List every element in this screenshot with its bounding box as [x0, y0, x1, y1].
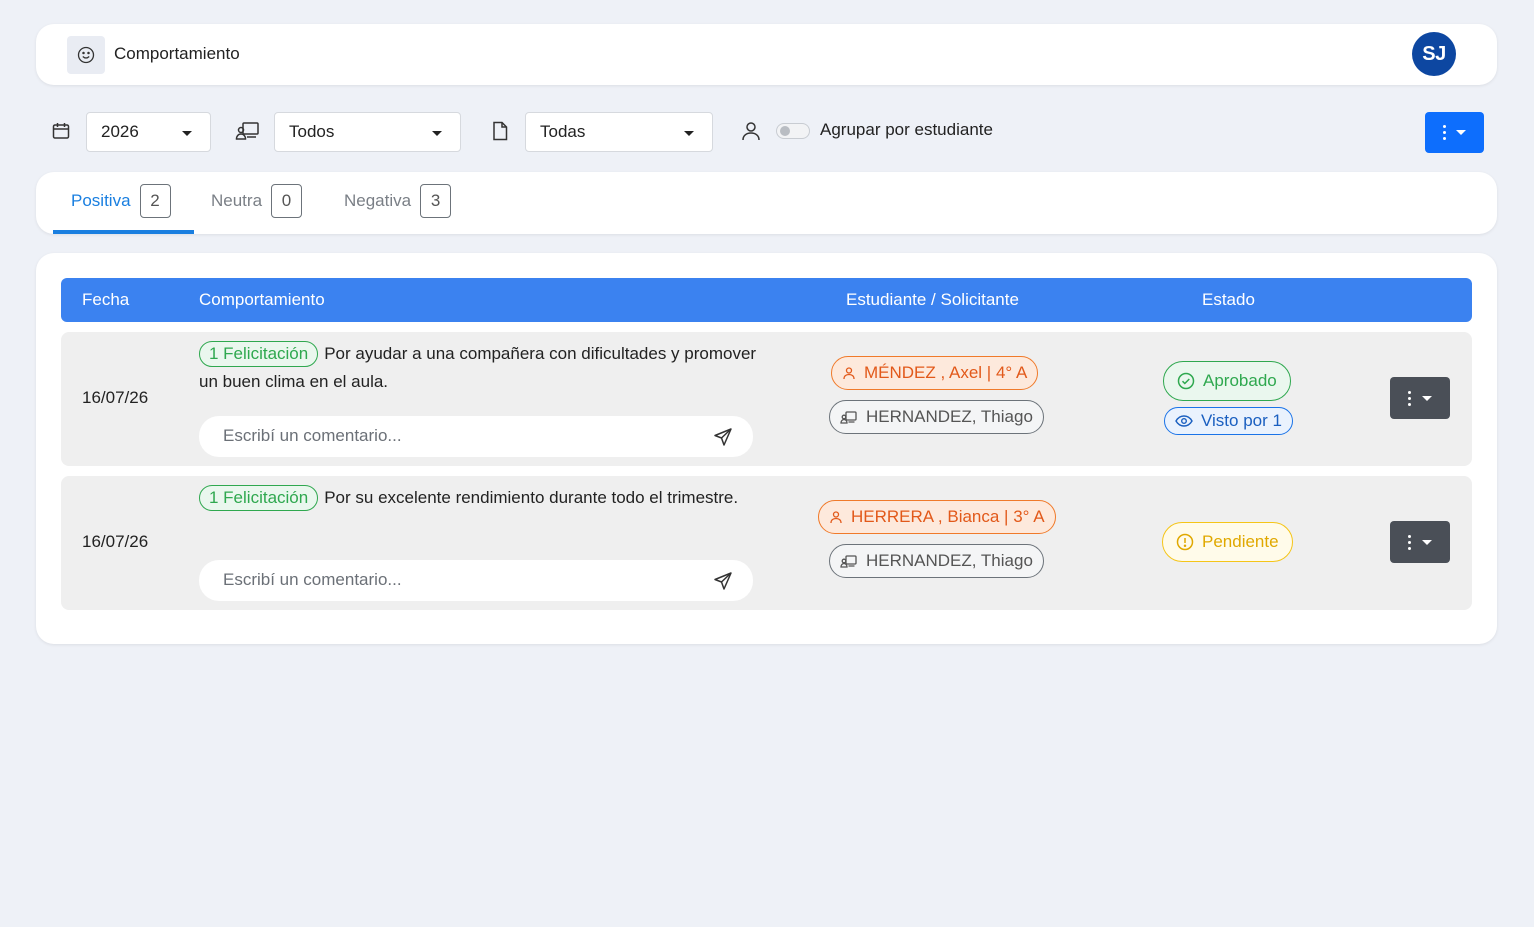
seen-by-text: Visto por 1: [1201, 411, 1282, 430]
send-icon[interactable]: [713, 427, 733, 452]
teacher-board-icon: [235, 120, 261, 142]
more-vertical-icon: [1408, 534, 1411, 550]
group-by-student-toggle[interactable]: [776, 123, 810, 139]
year-select[interactable]: 2026: [86, 112, 211, 152]
table-row: 16/07/26 1 Felicitación Por su excelente …: [61, 476, 1472, 610]
course-select-value: Todos: [289, 122, 335, 141]
requester-badge[interactable]: HERNANDEZ, Thiago: [829, 544, 1044, 578]
row-date: 16/07/26: [82, 532, 149, 551]
requester-name: HERNANDEZ, Thiago: [866, 551, 1033, 570]
more-vertical-icon: [1443, 125, 1446, 140]
comment-input[interactable]: [221, 425, 695, 447]
check-circle-icon: [1177, 372, 1195, 390]
tab-count-badge: 0: [271, 184, 303, 218]
tab-positiva[interactable]: Positiva 2: [53, 184, 194, 234]
chevron-down-icon: [1422, 539, 1432, 545]
row-description: 1 Felicitación Por su excelente rendimien…: [199, 484, 759, 512]
comment-box: [199, 560, 753, 601]
row-description: 1 Felicitación Por ayudar a una compañera…: [199, 340, 759, 396]
avatar[interactable]: SJ: [1412, 32, 1456, 76]
column-header-behavior: Comportamiento: [199, 290, 325, 309]
file-icon: [491, 121, 509, 141]
row-actions-button[interactable]: [1390, 377, 1450, 419]
row-date: 16/07/26: [82, 388, 149, 407]
felicitacion-tag: 1 Felicitación: [199, 485, 319, 511]
type-select-value: Todas: [540, 122, 586, 141]
chevron-down-icon: [182, 131, 192, 136]
course-select[interactable]: Todos: [274, 112, 461, 152]
alert-circle-icon: [1176, 533, 1194, 551]
tab-label: Neutra: [211, 191, 263, 210]
toggle-knob: [780, 126, 790, 136]
page-title: Comportamiento: [114, 44, 240, 63]
more-vertical-icon: [1408, 390, 1411, 406]
group-by-student-label: Agrupar por estudiante: [820, 120, 993, 139]
tabs-bar: Positiva 2 Neutra 0 Negativa 3: [36, 172, 1497, 234]
teacher-board-icon: [840, 554, 857, 568]
user-icon: [830, 511, 842, 524]
column-header-date: Fecha: [82, 290, 130, 309]
comment-box: [199, 416, 753, 457]
chevron-down-icon: [1456, 130, 1466, 135]
student-name: MÉNDEZ , Axel | 4° A: [864, 363, 1028, 382]
student-name: HERRERA , Bianca | 3° A: [851, 507, 1045, 526]
chevron-down-icon: [684, 131, 694, 136]
user-icon: [843, 367, 855, 380]
column-header-status: Estado: [1202, 290, 1255, 309]
tab-label: Positiva: [71, 191, 131, 210]
type-select[interactable]: Todas: [525, 112, 713, 152]
tab-count-badge: 2: [139, 184, 171, 218]
comment-input[interactable]: [221, 569, 695, 591]
requester-name: HERNANDEZ, Thiago: [866, 407, 1033, 426]
behavior-text: Por su excelente rendimiento durante tod…: [324, 488, 739, 507]
status-text: Aprobado: [1203, 371, 1277, 390]
eye-icon: [1175, 415, 1193, 427]
page-header: Comportamiento SJ: [36, 24, 1497, 85]
requester-badge[interactable]: HERNANDEZ, Thiago: [829, 400, 1044, 434]
chevron-down-icon: [432, 131, 442, 136]
smile-icon: [67, 36, 105, 74]
actions-menu-button[interactable]: [1425, 112, 1484, 153]
column-header-student: Estudiante / Solicitante: [846, 290, 1019, 309]
calendar-icon: [51, 121, 71, 141]
year-select-value: 2026: [101, 122, 139, 141]
tab-neutra[interactable]: Neutra 0: [211, 184, 331, 234]
seen-by-badge[interactable]: Visto por 1: [1164, 407, 1293, 435]
table-header: Fecha Comportamiento Estudiante / Solici…: [61, 278, 1472, 322]
student-badge[interactable]: MÉNDEZ , Axel | 4° A: [831, 356, 1039, 390]
status-text: Pendiente: [1202, 532, 1279, 551]
send-icon[interactable]: [713, 571, 733, 596]
tab-negativa[interactable]: Negativa 3: [344, 184, 474, 234]
felicitacion-tag: 1 Felicitación: [199, 341, 319, 367]
teacher-board-icon: [840, 410, 857, 424]
user-icon: [740, 120, 762, 142]
row-actions-button[interactable]: [1390, 521, 1450, 563]
table-row: 16/07/26 1 Felicitación Por ayudar a una …: [61, 332, 1472, 466]
student-badge[interactable]: HERRERA , Bianca | 3° A: [818, 500, 1056, 534]
tab-count-badge: 3: [420, 184, 452, 218]
chevron-down-icon: [1422, 395, 1432, 401]
status-badge-pending: Pendiente: [1162, 522, 1293, 562]
tab-label: Negativa: [344, 191, 412, 210]
status-badge-approved: Aprobado: [1163, 361, 1291, 401]
behavior-table: Fecha Comportamiento Estudiante / Solici…: [36, 253, 1497, 644]
